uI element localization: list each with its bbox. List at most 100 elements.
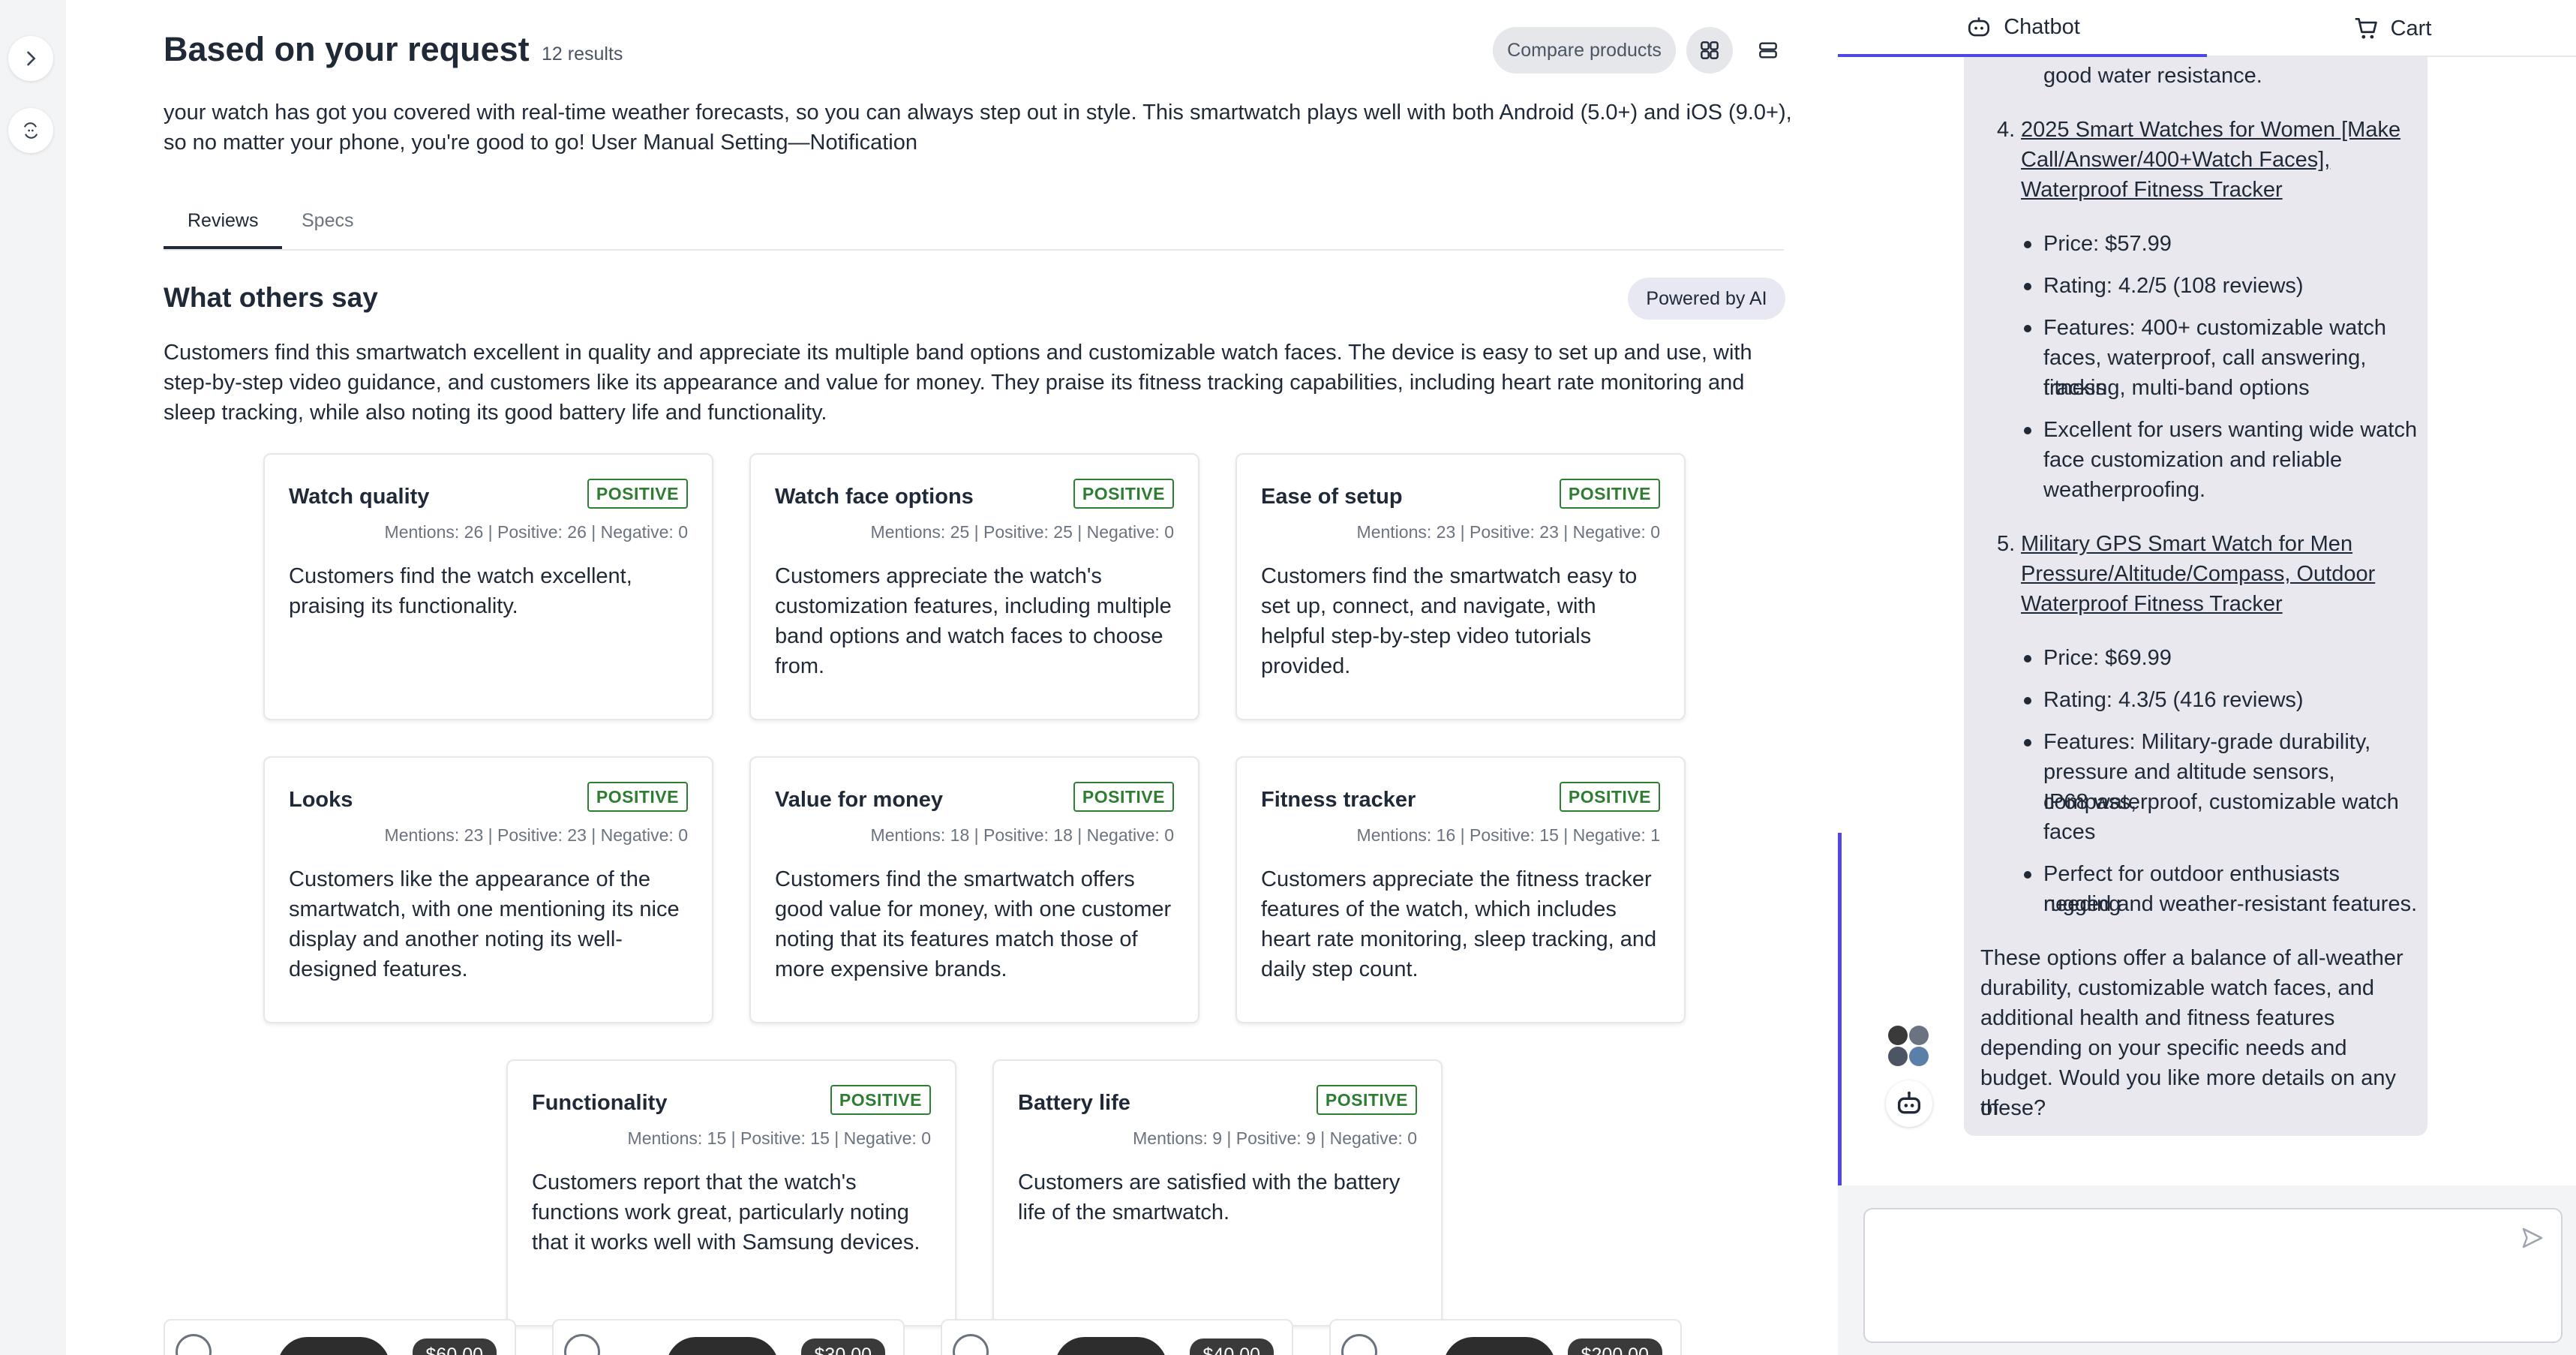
product-card[interactable]: $40.00: [941, 1319, 1293, 1355]
list-icon: [1759, 42, 1777, 59]
card-title: Functionality: [532, 1091, 668, 1115]
chat-bullet-line: Rating: 4.2/5 (108 reviews): [2024, 271, 2304, 301]
card-title: Looks: [289, 788, 353, 812]
product-image: [278, 1337, 390, 1355]
card-stats: Mentions: 25 | Positive: 25 | Negative: …: [870, 522, 1174, 542]
chat-bullet-line: rugged and weather-resistant features.: [2043, 892, 2418, 916]
select-product-radio[interactable]: [953, 1334, 989, 1355]
product-link[interactable]: Call/Answer/400+Watch Faces],: [2021, 145, 2330, 175]
card-text: Customers appreciate the watch's customi…: [775, 564, 1172, 678]
chat-closing-line: depending on your specific needs and: [1980, 1036, 2347, 1060]
sentiment-badge: POSITIVE: [1559, 479, 1660, 509]
chat-messages[interactable]: good water resistance. 4. 2025 Smart Watch…: [1838, 57, 2576, 1185]
refresh-chat-icon: [23, 122, 38, 139]
chat-scrollbar[interactable]: [1838, 833, 1842, 1229]
chat-bullet-line: Price: $69.99: [2024, 643, 2172, 673]
chat-bullet-line: Features: Military-grade durability,: [2023, 727, 2370, 757]
grid-view-button[interactable]: [1686, 27, 1733, 74]
cart-icon: [2355, 17, 2377, 39]
results-count: 12 results: [542, 44, 623, 65]
tab-chatbot[interactable]: Chatbot: [1838, 0, 2207, 57]
grid-icon: [1701, 41, 1719, 59]
sentiment-badge: POSITIVE: [1559, 782, 1660, 812]
product-link[interactable]: Pressure/Altitude/Compass, Outdoor: [2021, 559, 2375, 589]
review-card: Watch face options POSITIVE Mentions: 25…: [749, 453, 1199, 720]
card-title: Watch quality: [289, 485, 430, 509]
chat-input-area: [1838, 1185, 2576, 1355]
card-stats: Mentions: 16 | Positive: 15 | Negative: …: [1356, 825, 1660, 845]
product-price: $200.00: [1567, 1338, 1662, 1355]
tab-cart[interactable]: Cart: [2207, 0, 2576, 57]
sentiment-badge: POSITIVE: [1073, 479, 1174, 509]
product-card[interactable]: $60.00: [164, 1319, 516, 1355]
card-title: Ease of setup: [1261, 485, 1403, 509]
sentiment-badge: POSITIVE: [1316, 1085, 1417, 1115]
review-card: Value for money POSITIVE Mentions: 18 | …: [749, 756, 1199, 1023]
product-price: $40.00: [1189, 1338, 1274, 1355]
detail-tabs: Reviews Specs: [164, 198, 1784, 251]
chat-bullet-line: Features: 400+ customizable watch: [2024, 313, 2386, 343]
card-stats: Mentions: 15 | Positive: 15 | Negative: …: [627, 1128, 931, 1148]
product-link[interactable]: 2025 Smart Watches for Women [Make: [2021, 115, 2400, 145]
product-link[interactable]: Waterproof Fitness Tracker: [2021, 175, 2283, 205]
card-title: Battery life: [1018, 1091, 1130, 1115]
chevron-right-icon: [27, 51, 36, 66]
review-card: Functionality POSITIVE Mentions: 15 | Po…: [506, 1059, 956, 1326]
product-image: [1443, 1337, 1556, 1355]
chat-message-input[interactable]: [1863, 1208, 2562, 1343]
product-card[interactable]: $200.00: [1329, 1319, 1682, 1355]
review-card: Watch quality POSITIVE Mentions: 26 | Po…: [263, 453, 713, 720]
card-title: Value for money: [775, 788, 944, 812]
sentiment-badge: POSITIVE: [1073, 782, 1174, 812]
list-number: 5.: [1997, 532, 2016, 556]
card-stats: Mentions: 23 | Positive: 23 | Negative: …: [1356, 522, 1660, 542]
select-product-radio[interactable]: [176, 1334, 212, 1355]
sentiment-badge: POSITIVE: [587, 479, 688, 509]
card-text: Customers find the watch excellent, prai…: [289, 564, 632, 618]
expand-sidebar-button[interactable]: [8, 36, 53, 81]
chatbot-toggle-button[interactable]: [8, 108, 53, 153]
chat-bullet-line: face customization and reliable: [2043, 448, 2343, 472]
main-panel: Based on your request 12 results Compare…: [66, 0, 1838, 1355]
tab-chatbot-label: Chatbot: [2004, 14, 2080, 39]
product-link[interactable]: Waterproof Fitness Tracker: [2021, 589, 2283, 619]
card-text: Customers find the smartwatch offers goo…: [775, 867, 1172, 981]
review-card: Ease of setup POSITIVE Mentions: 23 | Po…: [1235, 453, 1686, 720]
card-title: Watch face options: [775, 485, 974, 509]
powered-by-ai-badge: Powered by AI: [1628, 278, 1785, 320]
sentiment-badge: POSITIVE: [830, 1085, 931, 1115]
chat-bullet-line: faces: [2043, 820, 2096, 844]
card-text: Customers find the smartwatch easy to se…: [1261, 564, 1638, 678]
product-image: [1055, 1337, 1167, 1355]
tab-cart-label: Cart: [2390, 16, 2432, 41]
chat-text-line: good water resistance.: [2043, 64, 2262, 88]
card-text: Customers appreciate the fitness tracker…: [1261, 867, 1657, 981]
list-view-button[interactable]: [1745, 27, 1791, 74]
select-product-radio[interactable]: [1341, 1334, 1377, 1355]
card-title: Fitness tracker: [1261, 788, 1416, 812]
chat-bullet-line: Excellent for users wanting wide watch: [2023, 415, 2417, 445]
robot-icon: [1898, 1091, 1920, 1114]
card-text: Customers are satisfied with the battery…: [1018, 1170, 1401, 1224]
sentiment-badge: POSITIVE: [587, 782, 688, 812]
product-link[interactable]: Military GPS Smart Watch for Men: [2021, 529, 2352, 559]
tab-reviews[interactable]: Reviews: [164, 210, 283, 249]
product-thumbnails-avatar: [1886, 1023, 1932, 1070]
chat-closing-line: additional health and fitness features: [1980, 1006, 2335, 1030]
bot-message-bubble: good water resistance. 4. 2025 Smart Watch…: [1964, 57, 2427, 1136]
product-price: $30.00: [800, 1338, 885, 1355]
compare-products-button[interactable]: Compare products: [1493, 27, 1676, 74]
page-title: Based on your request: [164, 30, 530, 68]
chat-closing-line: These options offer a balance of all-wea…: [1980, 946, 2403, 970]
card-stats: Mentions: 23 | Positive: 23 | Negative: …: [384, 825, 688, 845]
product-card[interactable]: $30.00: [552, 1319, 905, 1355]
review-card: Fitness tracker POSITIVE Mentions: 16 | …: [1235, 756, 1686, 1023]
tab-specs[interactable]: Specs: [278, 210, 377, 249]
card-stats: Mentions: 9 | Positive: 9 | Negative: 0: [1133, 1128, 1417, 1148]
card-text: Customers report that the watch's functi…: [532, 1170, 920, 1254]
chat-panel: Chatbot Cart good water resistance. 4. 202…: [1838, 0, 2576, 1355]
chatbot-icon: [1968, 17, 1990, 37]
send-icon[interactable]: [2519, 1224, 2546, 1251]
select-product-radio[interactable]: [564, 1334, 600, 1355]
chat-tabs: Chatbot Cart: [1838, 0, 2576, 57]
